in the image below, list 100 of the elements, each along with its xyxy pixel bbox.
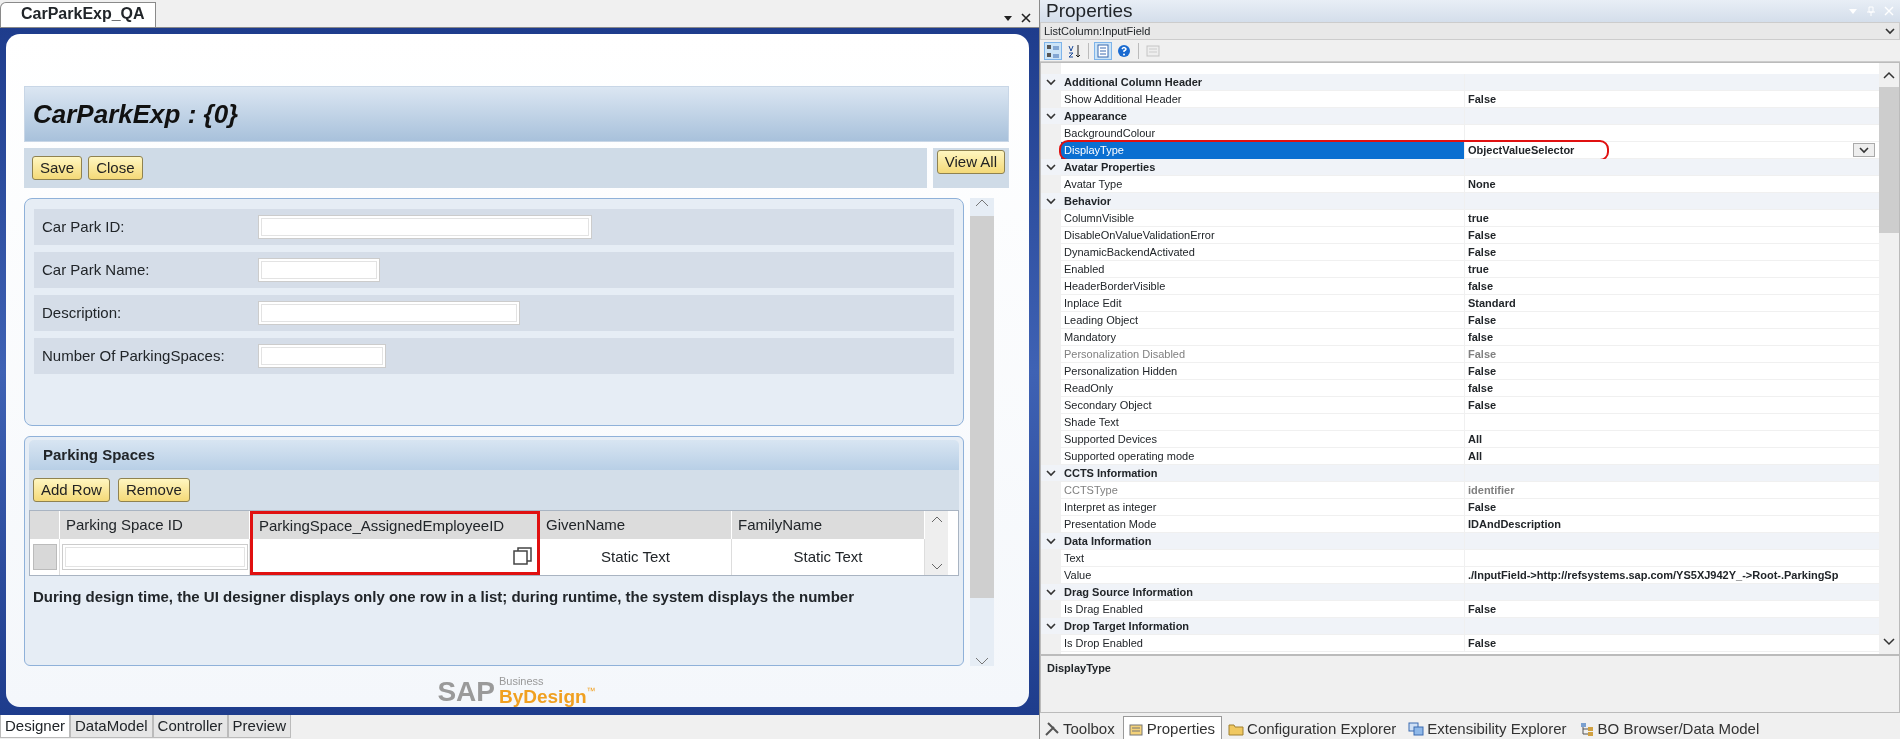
input-field[interactable] [258, 301, 520, 325]
chevron-down-icon[interactable] [1045, 196, 1057, 206]
property-value: False [1468, 245, 1497, 258]
property-value: IDAndDescription [1468, 517, 1561, 530]
input-field[interactable] [258, 258, 380, 282]
property-value: true [1468, 262, 1489, 275]
section-title: Parking Spaces [29, 440, 959, 470]
page-title: CarParkExp : {0} [24, 86, 1009, 142]
chevron-down-icon[interactable] [1045, 77, 1057, 87]
static-text: Static Text [601, 546, 670, 567]
view-tab[interactable]: Preview [227, 715, 291, 738]
property-name[interactable]: BackgroundColour [1061, 124, 1465, 142]
property-name[interactable]: Text [1061, 549, 1465, 567]
toolbar-button[interactable]: Add Row [33, 478, 110, 502]
scrollbar[interactable] [925, 511, 949, 575]
property-value: False [1468, 500, 1497, 513]
document-tab[interactable]: CarParkExp_QA [0, 2, 156, 27]
column-header[interactable]: GivenName [540, 511, 732, 539]
scroll-down-icon [1883, 638, 1895, 646]
column-header[interactable]: Parking Space ID [60, 511, 250, 539]
property-name[interactable]: Show Additional Header [1061, 90, 1465, 108]
windows-icon [1408, 721, 1425, 737]
property-name[interactable]: Value [1061, 566, 1465, 584]
property-name[interactable]: Personalization Hidden [1061, 362, 1465, 380]
help-icon [1117, 43, 1131, 58]
property-name[interactable]: Shade Text [1061, 413, 1465, 431]
property-name[interactable]: Avatar Type [1061, 175, 1465, 193]
category-label: Appearance [1061, 107, 1465, 125]
static-text: Static Text [793, 546, 863, 567]
property-name[interactable]: DynamicBackendActivated [1061, 243, 1465, 261]
property-value: False [1468, 398, 1497, 411]
category-label: Avatar Properties [1061, 158, 1465, 176]
property-name[interactable]: ColumnVisible [1061, 209, 1465, 227]
property-value: False [1468, 636, 1497, 649]
property-name[interactable]: DisableOnValueValidationError [1061, 226, 1465, 244]
toolbar-button[interactable]: Save [32, 156, 83, 180]
column-header[interactable]: FamilyName [732, 511, 925, 539]
dropdown-icon [1003, 13, 1013, 23]
panel-tab[interactable]: Extensibility Explorer [1404, 717, 1573, 739]
field-label: Description: [41, 302, 123, 323]
property-value: False [1468, 92, 1497, 105]
property-value: False [1468, 313, 1497, 326]
input-field[interactable] [258, 215, 592, 239]
logo-product: ByDesign [498, 687, 587, 706]
scroll-up-icon [975, 198, 989, 208]
property-name[interactable]: Inplace Edit [1061, 294, 1465, 312]
category-label: Drag Source Information [1061, 583, 1465, 601]
category-label: Data Information [1061, 532, 1465, 550]
property-value: False [1468, 364, 1497, 377]
scroll-up-icon [1883, 71, 1895, 79]
panel-title: Properties [1046, 0, 1133, 23]
property-name[interactable]: Interpret as integer [1061, 498, 1465, 516]
property-name[interactable]: Mandatory [1061, 328, 1465, 346]
property-name[interactable]: Enabled [1061, 260, 1465, 278]
value-help-icon [513, 545, 533, 566]
panel-tab[interactable]: Configuration Explorer [1224, 717, 1403, 739]
property-name[interactable]: HeaderBorderVisible [1061, 277, 1465, 295]
category-label: Additional Column Header [1061, 73, 1465, 91]
chevron-down-icon[interactable] [1045, 536, 1057, 546]
property-name[interactable]: Is Drag Enabled [1061, 600, 1465, 618]
property-name[interactable]: Secondary Object [1061, 396, 1465, 414]
object-selector[interactable]: ListColumn:InputField [1040, 22, 1900, 40]
chevron-down-icon [1884, 26, 1896, 36]
panel-tab[interactable]: Properties [1122, 716, 1223, 739]
input-field[interactable] [61, 544, 248, 570]
property-value: False [1468, 228, 1497, 241]
close-icon [1884, 6, 1894, 16]
folder-icon [1228, 721, 1245, 737]
field-label: Number Of ParkingSpaces: [41, 345, 226, 366]
chevron-down-icon[interactable] [1045, 162, 1057, 172]
property-name[interactable]: ReadOnly [1061, 379, 1465, 397]
sort-icon [1067, 43, 1081, 58]
tools-icon [1044, 721, 1060, 737]
chevron-down-icon[interactable] [1045, 468, 1057, 478]
panel-tab[interactable]: BO Browser/Data Model [1574, 717, 1766, 739]
input-field[interactable] [258, 344, 386, 368]
chevron-down-icon[interactable] [1045, 111, 1057, 121]
property-name[interactable]: Supported Devices [1061, 430, 1465, 448]
dropdown-button[interactable] [1853, 143, 1875, 157]
view-all-button[interactable]: View All [936, 150, 1005, 174]
property-value: false [1468, 381, 1494, 394]
view-tab[interactable]: Designer [0, 715, 71, 738]
property-name[interactable]: Leading Object [1061, 311, 1465, 329]
property-name[interactable]: Supported operating mode [1061, 447, 1465, 465]
chevron-down-icon[interactable] [1045, 587, 1057, 597]
toolbar-button[interactable] [1044, 41, 1062, 60]
column-header[interactable]: ParkingSpace_AssignedEmployeeID [250, 511, 540, 539]
chevron-down-icon[interactable] [1045, 621, 1057, 631]
property-name[interactable]: Is Drop Enabled [1061, 634, 1465, 652]
property-value: ObjectValueSelector [1468, 143, 1575, 156]
view-tab[interactable]: DataModel [70, 715, 153, 738]
property-value: None [1468, 177, 1496, 190]
tree-icon [1578, 721, 1595, 737]
view-tab[interactable]: Controller [152, 715, 228, 738]
property-name[interactable]: Presentation Mode [1061, 515, 1465, 533]
toolbar-button[interactable]: Close [88, 156, 143, 180]
field-label: Car Park ID: [41, 216, 126, 237]
property-value: identifier [1468, 483, 1515, 496]
panel-tab[interactable]: Toolbox [1040, 717, 1121, 739]
toolbar-button[interactable]: Remove [117, 478, 190, 502]
